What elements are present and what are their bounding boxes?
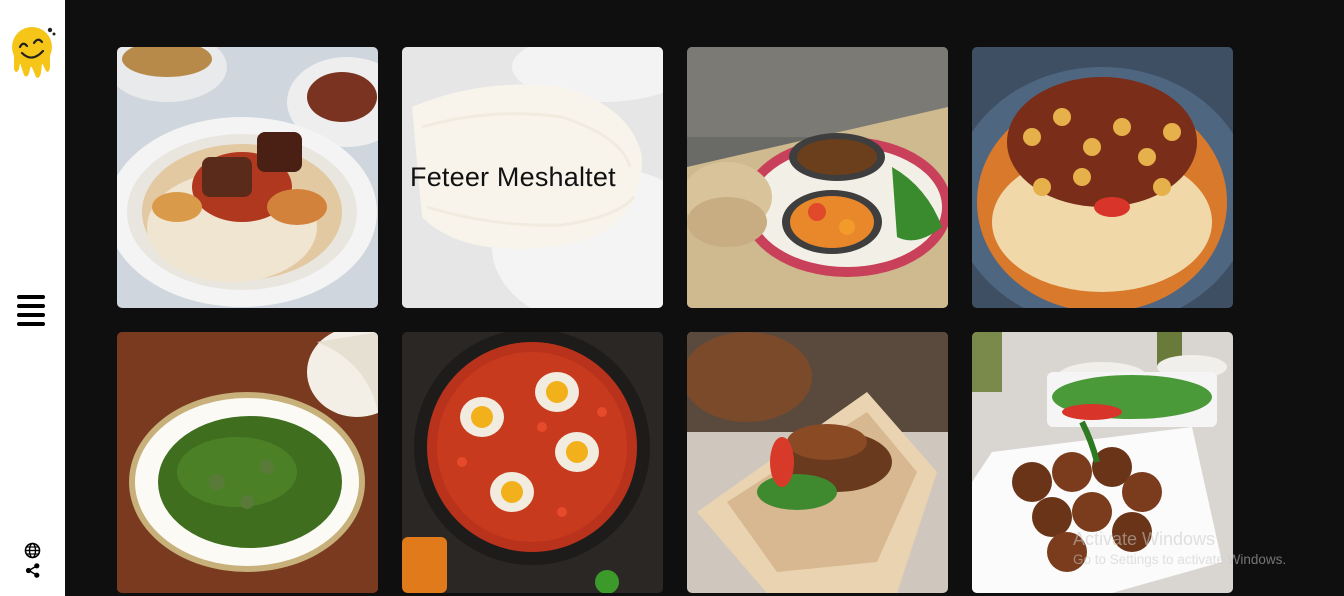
sidebar	[0, 0, 65, 596]
watermark-line2: Go to Settings to activate Windows.	[1073, 552, 1287, 567]
smiley-drip-logo[interactable]	[10, 25, 58, 81]
food-card-shakshuka[interactable]	[402, 332, 663, 593]
card-title: Feteer Meshaltet	[410, 162, 616, 192]
molokhia-image	[117, 332, 378, 593]
activate-windows-watermark: Activate Windows Go to Settings to activ…	[1073, 529, 1286, 567]
food-card-foul-and-bread[interactable]	[687, 47, 948, 308]
hamburger-menu-icon[interactable]	[17, 295, 47, 327]
food-card-koshari[interactable]	[972, 47, 1233, 308]
foul-and-bread-image	[687, 47, 948, 308]
koshari-image	[972, 47, 1233, 308]
food-card-feteer-meshaltet[interactable]: Feteer Meshaltet	[402, 47, 663, 308]
shawarma-wrap-image	[687, 332, 948, 593]
shakshuka-image	[402, 332, 663, 593]
food-card-fattah[interactable]	[117, 47, 378, 308]
fattah-image	[117, 47, 378, 308]
globe-icon[interactable]	[24, 542, 41, 559]
watermark-line1: Activate Windows	[1073, 529, 1216, 549]
food-card-shawarma-wrap[interactable]	[687, 332, 948, 593]
card-hover-overlay: Feteer Meshaltet	[402, 47, 663, 308]
share-icon[interactable]	[24, 562, 41, 579]
food-card-molokhia[interactable]	[117, 332, 378, 593]
